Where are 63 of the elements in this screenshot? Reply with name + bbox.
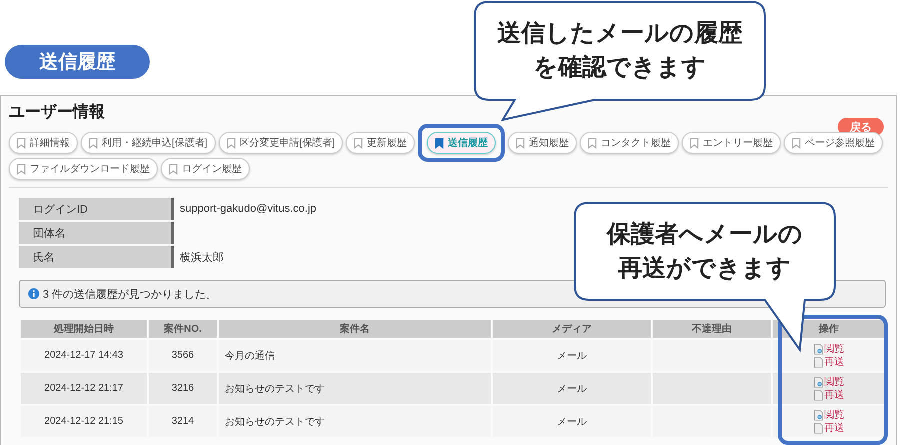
action-link[interactable]: 再送 xyxy=(824,355,844,369)
callout-text: 送信したメールの履歴 xyxy=(498,19,742,49)
column-header: メディア xyxy=(493,320,651,338)
bookmark-icon xyxy=(435,138,444,148)
bookmark-icon xyxy=(516,138,526,148)
magnifier-document-icon xyxy=(814,376,822,388)
bookmark-icon xyxy=(354,138,364,148)
table-cell: メール xyxy=(493,338,651,371)
table-cell: メール xyxy=(493,404,651,437)
tab[interactable]: ログイン履歴 xyxy=(161,158,250,180)
column-header: 処理開始日時 xyxy=(21,320,147,338)
page-title-badge: 送信履歴 xyxy=(5,45,150,79)
info-value: 横浜太郎 xyxy=(179,250,224,266)
tab[interactable]: 通知履歴 xyxy=(508,132,578,154)
table-cell: 2024-12-17 14:43 xyxy=(21,338,147,371)
action-link[interactable]: 閲覧 xyxy=(824,408,844,422)
tab[interactable]: 更新履歴 xyxy=(346,132,416,154)
column-header: 案件名 xyxy=(219,320,491,338)
panel-title: ユーザー情報 xyxy=(9,102,105,123)
action-link[interactable]: 閲覧 xyxy=(824,342,844,356)
document-icon xyxy=(814,390,822,400)
bookmark-icon xyxy=(17,164,26,174)
tab[interactable]: ファイルダウンロード履歴 xyxy=(9,158,158,180)
callout-text: 保護者へメールの xyxy=(607,220,803,250)
bookmark-icon xyxy=(690,138,700,148)
callout-text: 再送ができます xyxy=(618,254,792,284)
info-label: ログインID xyxy=(19,198,174,220)
document-icon xyxy=(814,356,822,368)
tab[interactable]: 詳細情報 xyxy=(9,132,78,154)
info-value: support-gakudo@vitus.co.jp xyxy=(179,202,317,217)
bookmark-icon xyxy=(17,138,26,148)
info-icon xyxy=(28,288,40,300)
callout-text: を確認できます xyxy=(534,53,706,83)
table-cell: お知らせのテストです xyxy=(219,404,491,437)
tab[interactable]: ページ参照履歴 xyxy=(784,132,884,154)
bookmark-icon xyxy=(89,138,98,148)
bookmark-icon xyxy=(792,138,802,148)
action-link[interactable]: 再送 xyxy=(824,388,844,402)
table-cell: お知らせのテストです xyxy=(219,371,491,404)
tab[interactable]: 利用・継続申込[保護者] xyxy=(81,132,216,154)
table-cell: 3216 xyxy=(149,371,217,404)
table-cell: メール xyxy=(493,371,651,404)
column-header: 案件NO. xyxy=(149,320,217,338)
table-cell: 2024-12-12 21:15 xyxy=(21,404,147,437)
document-icon xyxy=(814,422,822,434)
table-cell: 3566 xyxy=(149,338,217,371)
info-label: 氏名 xyxy=(19,246,174,268)
table-cell: 今月の通信 xyxy=(219,338,491,371)
tab[interactable]: エントリー履歴 xyxy=(682,132,782,154)
info-label: 団体名 xyxy=(19,222,174,244)
tab[interactable]: コンタクト履歴 xyxy=(580,132,680,154)
action-link[interactable]: 再送 xyxy=(824,421,844,435)
tab[interactable]: 区分変更申請[保護者] xyxy=(218,132,344,154)
table-cell: 3214 xyxy=(149,404,217,437)
bookmark-icon xyxy=(588,138,598,148)
bookmark-icon xyxy=(169,164,178,174)
bookmark-icon xyxy=(226,138,236,148)
notice-text: 3 件の送信履歴が見つかりました。 xyxy=(43,288,218,302)
action-link[interactable]: 閲覧 xyxy=(824,375,844,389)
magnifier-document-icon xyxy=(814,344,822,354)
column-header: 不達理由 xyxy=(653,320,771,338)
table-cell: 2024-12-12 21:17 xyxy=(21,371,147,404)
magnifier-document-icon xyxy=(814,410,822,420)
